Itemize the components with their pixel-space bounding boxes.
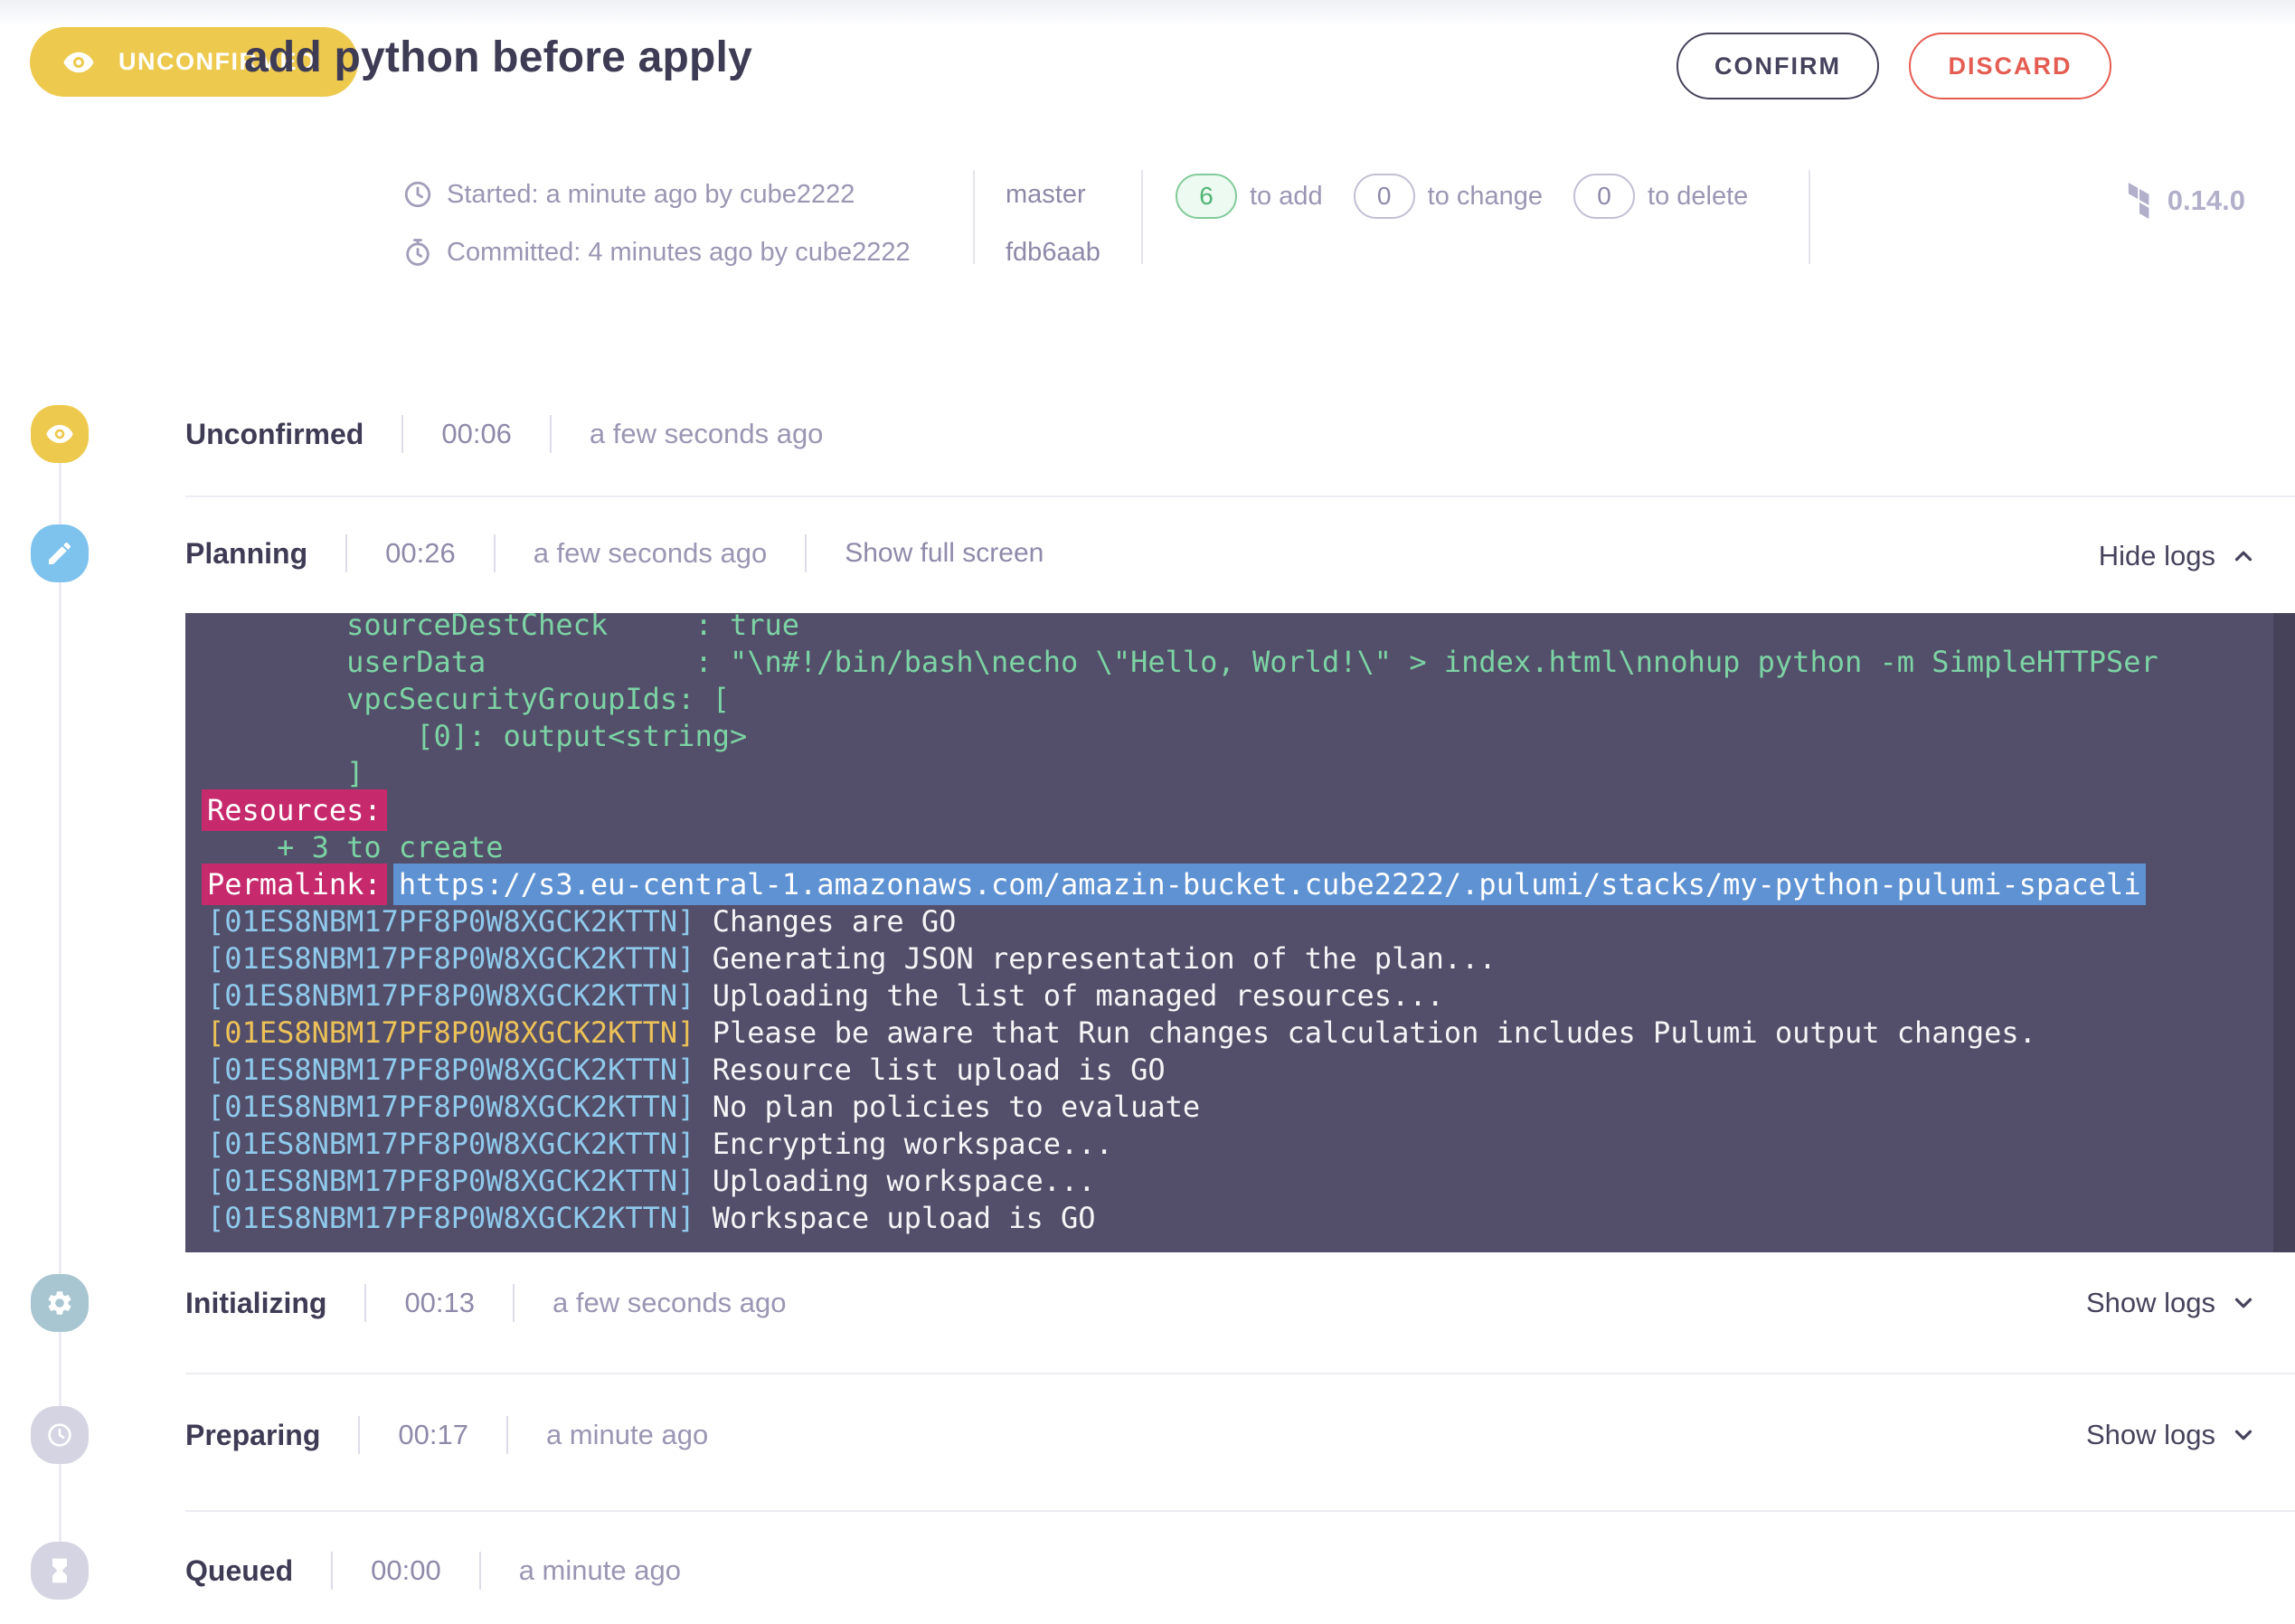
stage-label: Unconfirmed — [185, 418, 364, 451]
stage-divider — [185, 1373, 2295, 1374]
stage-row-preparing: Preparing 00:17 a minute ago — [185, 1406, 708, 1464]
stage-time: a few seconds ago — [590, 418, 824, 450]
divider — [364, 1284, 366, 1322]
stage-time: a few seconds ago — [534, 537, 768, 570]
hide-logs-toggle[interactable]: Hide logs — [2099, 527, 2257, 585]
run-meta-commit: master fdb6aab — [1006, 175, 1100, 272]
divider — [506, 1416, 508, 1454]
show-logs-label: Show logs — [2086, 1419, 2215, 1451]
discard-button[interactable]: DISCARD — [1909, 33, 2111, 99]
confirm-button[interactable]: CONFIRM — [1676, 33, 1879, 99]
stage-duration: 00:26 — [385, 537, 456, 570]
stage-label: Preparing — [185, 1419, 320, 1452]
stage-duration: 00:17 — [398, 1419, 468, 1451]
hide-logs-label: Hide logs — [2099, 540, 2215, 572]
clock-icon — [402, 179, 433, 210]
top-fade — [0, 0, 2295, 25]
to-change-count: 0 — [1354, 174, 1415, 219]
chevron-up-icon — [2230, 543, 2257, 570]
stopwatch-icon — [402, 237, 433, 268]
divider — [550, 415, 552, 453]
terraform-icon — [2122, 183, 2157, 219]
stage-row-queued: Queued 00:00 a minute ago — [185, 1542, 681, 1600]
committed-meta: Committed: 4 minutes ago by cube2222 — [402, 232, 911, 272]
stage-label: Queued — [185, 1554, 293, 1588]
to-delete-group: 0 to delete — [1573, 174, 1748, 219]
to-add-count: 6 — [1176, 174, 1237, 219]
run-meta-times: Started: a minute ago by cube2222 Commit… — [402, 175, 911, 272]
to-change-label: to change — [1428, 182, 1543, 212]
divider — [479, 1552, 481, 1590]
planning-stage-pencil-icon — [31, 524, 89, 582]
to-add-group: 6 to add — [1176, 174, 1323, 219]
stage-duration: 00:06 — [441, 418, 512, 450]
divider — [401, 415, 403, 453]
preparing-stage-clock-icon — [31, 1406, 89, 1464]
to-delete-count: 0 — [1573, 174, 1635, 219]
to-change-group: 0 to change — [1354, 174, 1543, 219]
stage-duration: 00:13 — [404, 1287, 475, 1319]
chevron-down-icon — [2230, 1421, 2257, 1449]
stage-label: Initializing — [185, 1287, 326, 1320]
divider — [513, 1284, 515, 1322]
meta-divider — [973, 170, 975, 264]
to-delete-label: to delete — [1648, 182, 1748, 212]
run-title: add python before apply — [244, 33, 752, 82]
stage-row-initializing: Initializing 00:13 a few seconds ago — [185, 1274, 787, 1332]
planning-log-terminal[interactable]: sourceDestCheck : true userData : "\n#!/… — [185, 613, 2295, 1252]
stage-time: a minute ago — [519, 1554, 681, 1587]
initializing-stage-gear-icon — [31, 1274, 89, 1332]
stage-duration: 00:00 — [371, 1554, 441, 1587]
committed-text: Committed: 4 minutes ago by cube2222 — [447, 238, 911, 268]
show-full-screen-link[interactable]: Show full screen — [845, 538, 1044, 569]
stage-row-unconfirmed: Unconfirmed 00:06 a few seconds ago — [185, 405, 823, 463]
divider — [358, 1416, 360, 1454]
branch-name: master — [1006, 175, 1100, 214]
queued-stage-hourglass-icon — [31, 1542, 89, 1600]
divider — [331, 1552, 333, 1590]
stage-divider — [185, 1510, 2295, 1512]
divider — [345, 534, 347, 572]
terminal-scrollbar[interactable] — [2273, 613, 2295, 1252]
commit-sha: fdb6aab — [1006, 232, 1100, 272]
started-text: Started: a minute ago by cube2222 — [447, 180, 855, 210]
header-actions: CONFIRM DISCARD — [1676, 33, 2111, 99]
terraform-version-text: 0.14.0 — [2168, 184, 2245, 217]
divider — [494, 534, 496, 572]
timeline-line — [59, 434, 61, 1571]
unconfirmed-stage-eye-icon — [31, 405, 89, 463]
stage-divider — [185, 496, 2295, 497]
stage-row-planning: Planning 00:26 a few seconds ago Show fu… — [185, 524, 1044, 582]
started-meta: Started: a minute ago by cube2222 — [402, 175, 911, 214]
divider — [805, 534, 807, 572]
terminal-log: sourceDestCheck : true userData : "\n#!/… — [185, 613, 2295, 1237]
show-logs-toggle-preparing[interactable]: Show logs — [2086, 1406, 2257, 1464]
terraform-version: 0.14.0 — [2122, 181, 2245, 221]
meta-divider — [1141, 170, 1143, 264]
stage-time: a minute ago — [546, 1419, 708, 1451]
to-add-label: to add — [1250, 182, 1323, 212]
meta-divider — [1809, 170, 1810, 264]
run-details-page: UNCONFIRMED add python before apply CONF… — [0, 0, 2295, 1624]
show-logs-label: Show logs — [2086, 1287, 2215, 1319]
eye-icon — [62, 46, 95, 79]
show-logs-toggle-initializing[interactable]: Show logs — [2086, 1274, 2257, 1332]
stage-label: Planning — [185, 537, 307, 571]
chevron-down-icon — [2230, 1289, 2257, 1317]
stage-time: a few seconds ago — [552, 1287, 787, 1319]
change-summary: 6 to add 0 to change 0 to delete — [1176, 174, 1748, 219]
